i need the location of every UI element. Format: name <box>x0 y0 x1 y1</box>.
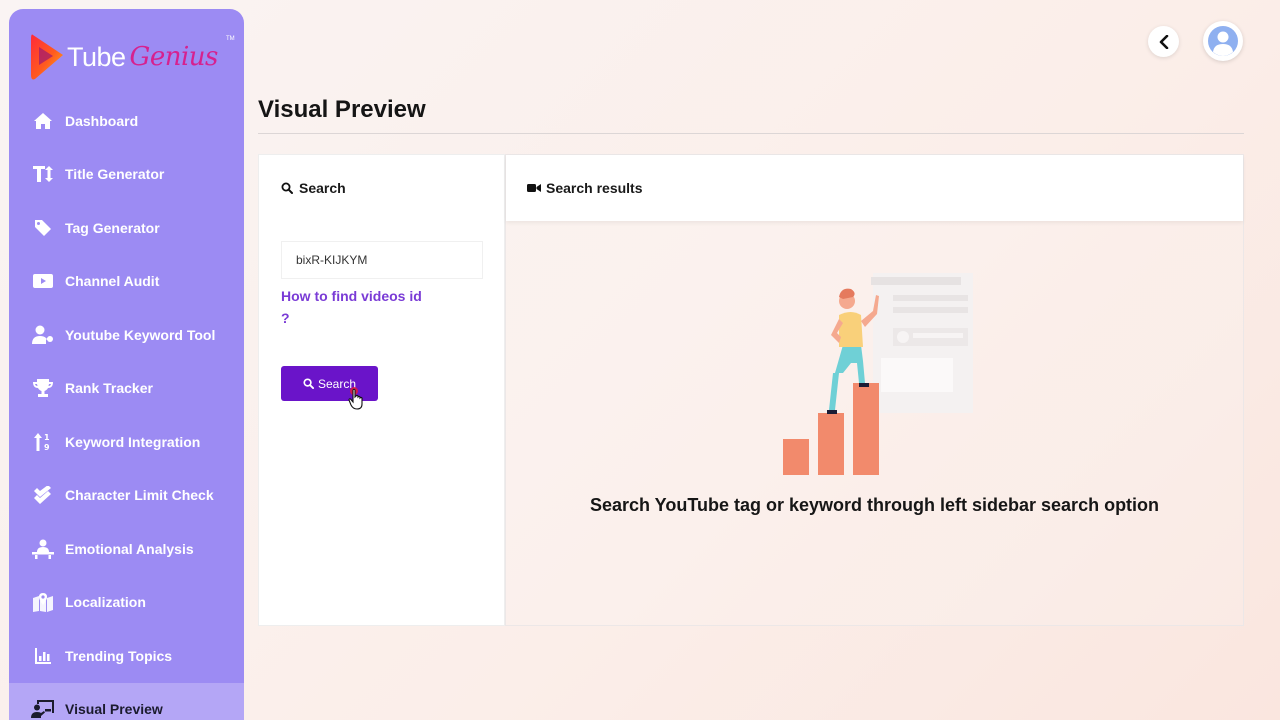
sidebar-nav: Dashboard Title Generator Tag Generator … <box>9 94 244 720</box>
sidebar-item-label: Emotional Analysis <box>65 540 194 557</box>
sidebar-item-label: Visual Preview <box>65 701 163 718</box>
svg-text:1: 1 <box>44 433 50 442</box>
collapse-back-button[interactable] <box>1148 26 1179 57</box>
sidebar-item-label: Channel Audit <box>65 273 160 290</box>
user-icon <box>1208 26 1238 56</box>
text-height-icon <box>31 163 55 185</box>
empty-state-message: Search YouTube tag or keyword through le… <box>589 495 1160 515</box>
logo-play-icon <box>31 34 63 80</box>
sidebar-item-localization[interactable]: Localization <box>9 576 244 630</box>
video-camera-icon <box>527 183 541 193</box>
sidebar-item-label: Youtube Keyword Tool <box>65 326 216 343</box>
sidebar-item-label: Rank Tracker <box>65 380 153 397</box>
brand-trademark: TM <box>226 36 235 42</box>
search-panel-heading: Search <box>281 180 346 196</box>
chevron-left-icon <box>1159 34 1168 49</box>
sidebar-item-dashboard[interactable]: Dashboard <box>9 94 244 148</box>
chalkboard-user-icon <box>31 698 55 720</box>
search-panel-title: Search <box>299 180 346 196</box>
hand-pointer-cursor-icon <box>348 387 363 410</box>
results-panel-title: Search results <box>546 180 643 196</box>
user-key-icon <box>31 324 55 346</box>
sidebar: Tube Genius TM Dashboard Title Generator… <box>9 9 244 720</box>
sidebar-item-label: Localization <box>65 594 146 611</box>
sidebar-item-label: Character Limit Check <box>65 487 214 504</box>
sidebar-item-channel-audit[interactable]: Channel Audit <box>9 255 244 309</box>
brand-name-genius: Genius <box>129 42 219 72</box>
sidebar-item-label: Dashboard <box>65 112 139 129</box>
brand-name-tube: Tube <box>67 41 126 72</box>
sidebar-item-rank-tracker[interactable]: Rank Tracker <box>9 362 244 416</box>
title-divider <box>258 133 1244 134</box>
sidebar-item-label: Tag Generator <box>65 219 160 236</box>
sidebar-item-label: Trending Topics <box>65 647 173 664</box>
sidebar-item-trending-topics[interactable]: Trending Topics <box>9 629 244 683</box>
sidebar-item-youtube-keyword-tool[interactable]: Youtube Keyword Tool <box>9 308 244 362</box>
tag-icon <box>31 217 55 239</box>
sidebar-item-tag-generator[interactable]: Tag Generator <box>9 201 244 255</box>
empty-state-illustration <box>783 273 973 475</box>
page-title: Visual Preview <box>258 96 426 123</box>
search-icon <box>281 182 293 194</box>
sidebar-item-emotional-analysis[interactable]: Emotional Analysis <box>9 522 244 576</box>
sidebar-item-visual-preview[interactable]: Visual Preview <box>9 682 244 720</box>
sidebar-item-keyword-integration[interactable]: 19 Keyword Integration <box>9 415 244 469</box>
sidebar-item-character-limit-check[interactable]: Character Limit Check <box>9 469 244 523</box>
find-video-id-link[interactable]: How to find videos id ? <box>281 285 431 329</box>
double-check-icon <box>31 484 55 506</box>
youtube-icon <box>31 270 55 292</box>
results-panel: Search results Search YouTube tag or key… <box>505 154 1244 626</box>
sort-alpha-icon: 19 <box>31 431 55 453</box>
search-icon <box>303 378 314 389</box>
person-desk-icon <box>31 538 55 560</box>
search-panel: Search How to find videos id ? Search <box>258 154 505 626</box>
video-id-input[interactable] <box>281 241 483 279</box>
svg-text:9: 9 <box>44 443 50 452</box>
brand-logo[interactable]: Tube Genius TM <box>27 27 235 87</box>
trophy-icon <box>31 377 55 399</box>
bar-chart-icon <box>31 645 55 667</box>
sidebar-item-label: Title Generator <box>65 166 165 183</box>
results-panel-heading: Search results <box>506 155 1243 221</box>
sidebar-item-title-generator[interactable]: Title Generator <box>9 148 244 202</box>
home-icon <box>31 110 55 132</box>
sidebar-item-label: Keyword Integration <box>65 433 201 450</box>
map-marker-icon <box>31 591 55 613</box>
user-avatar[interactable] <box>1203 21 1243 61</box>
